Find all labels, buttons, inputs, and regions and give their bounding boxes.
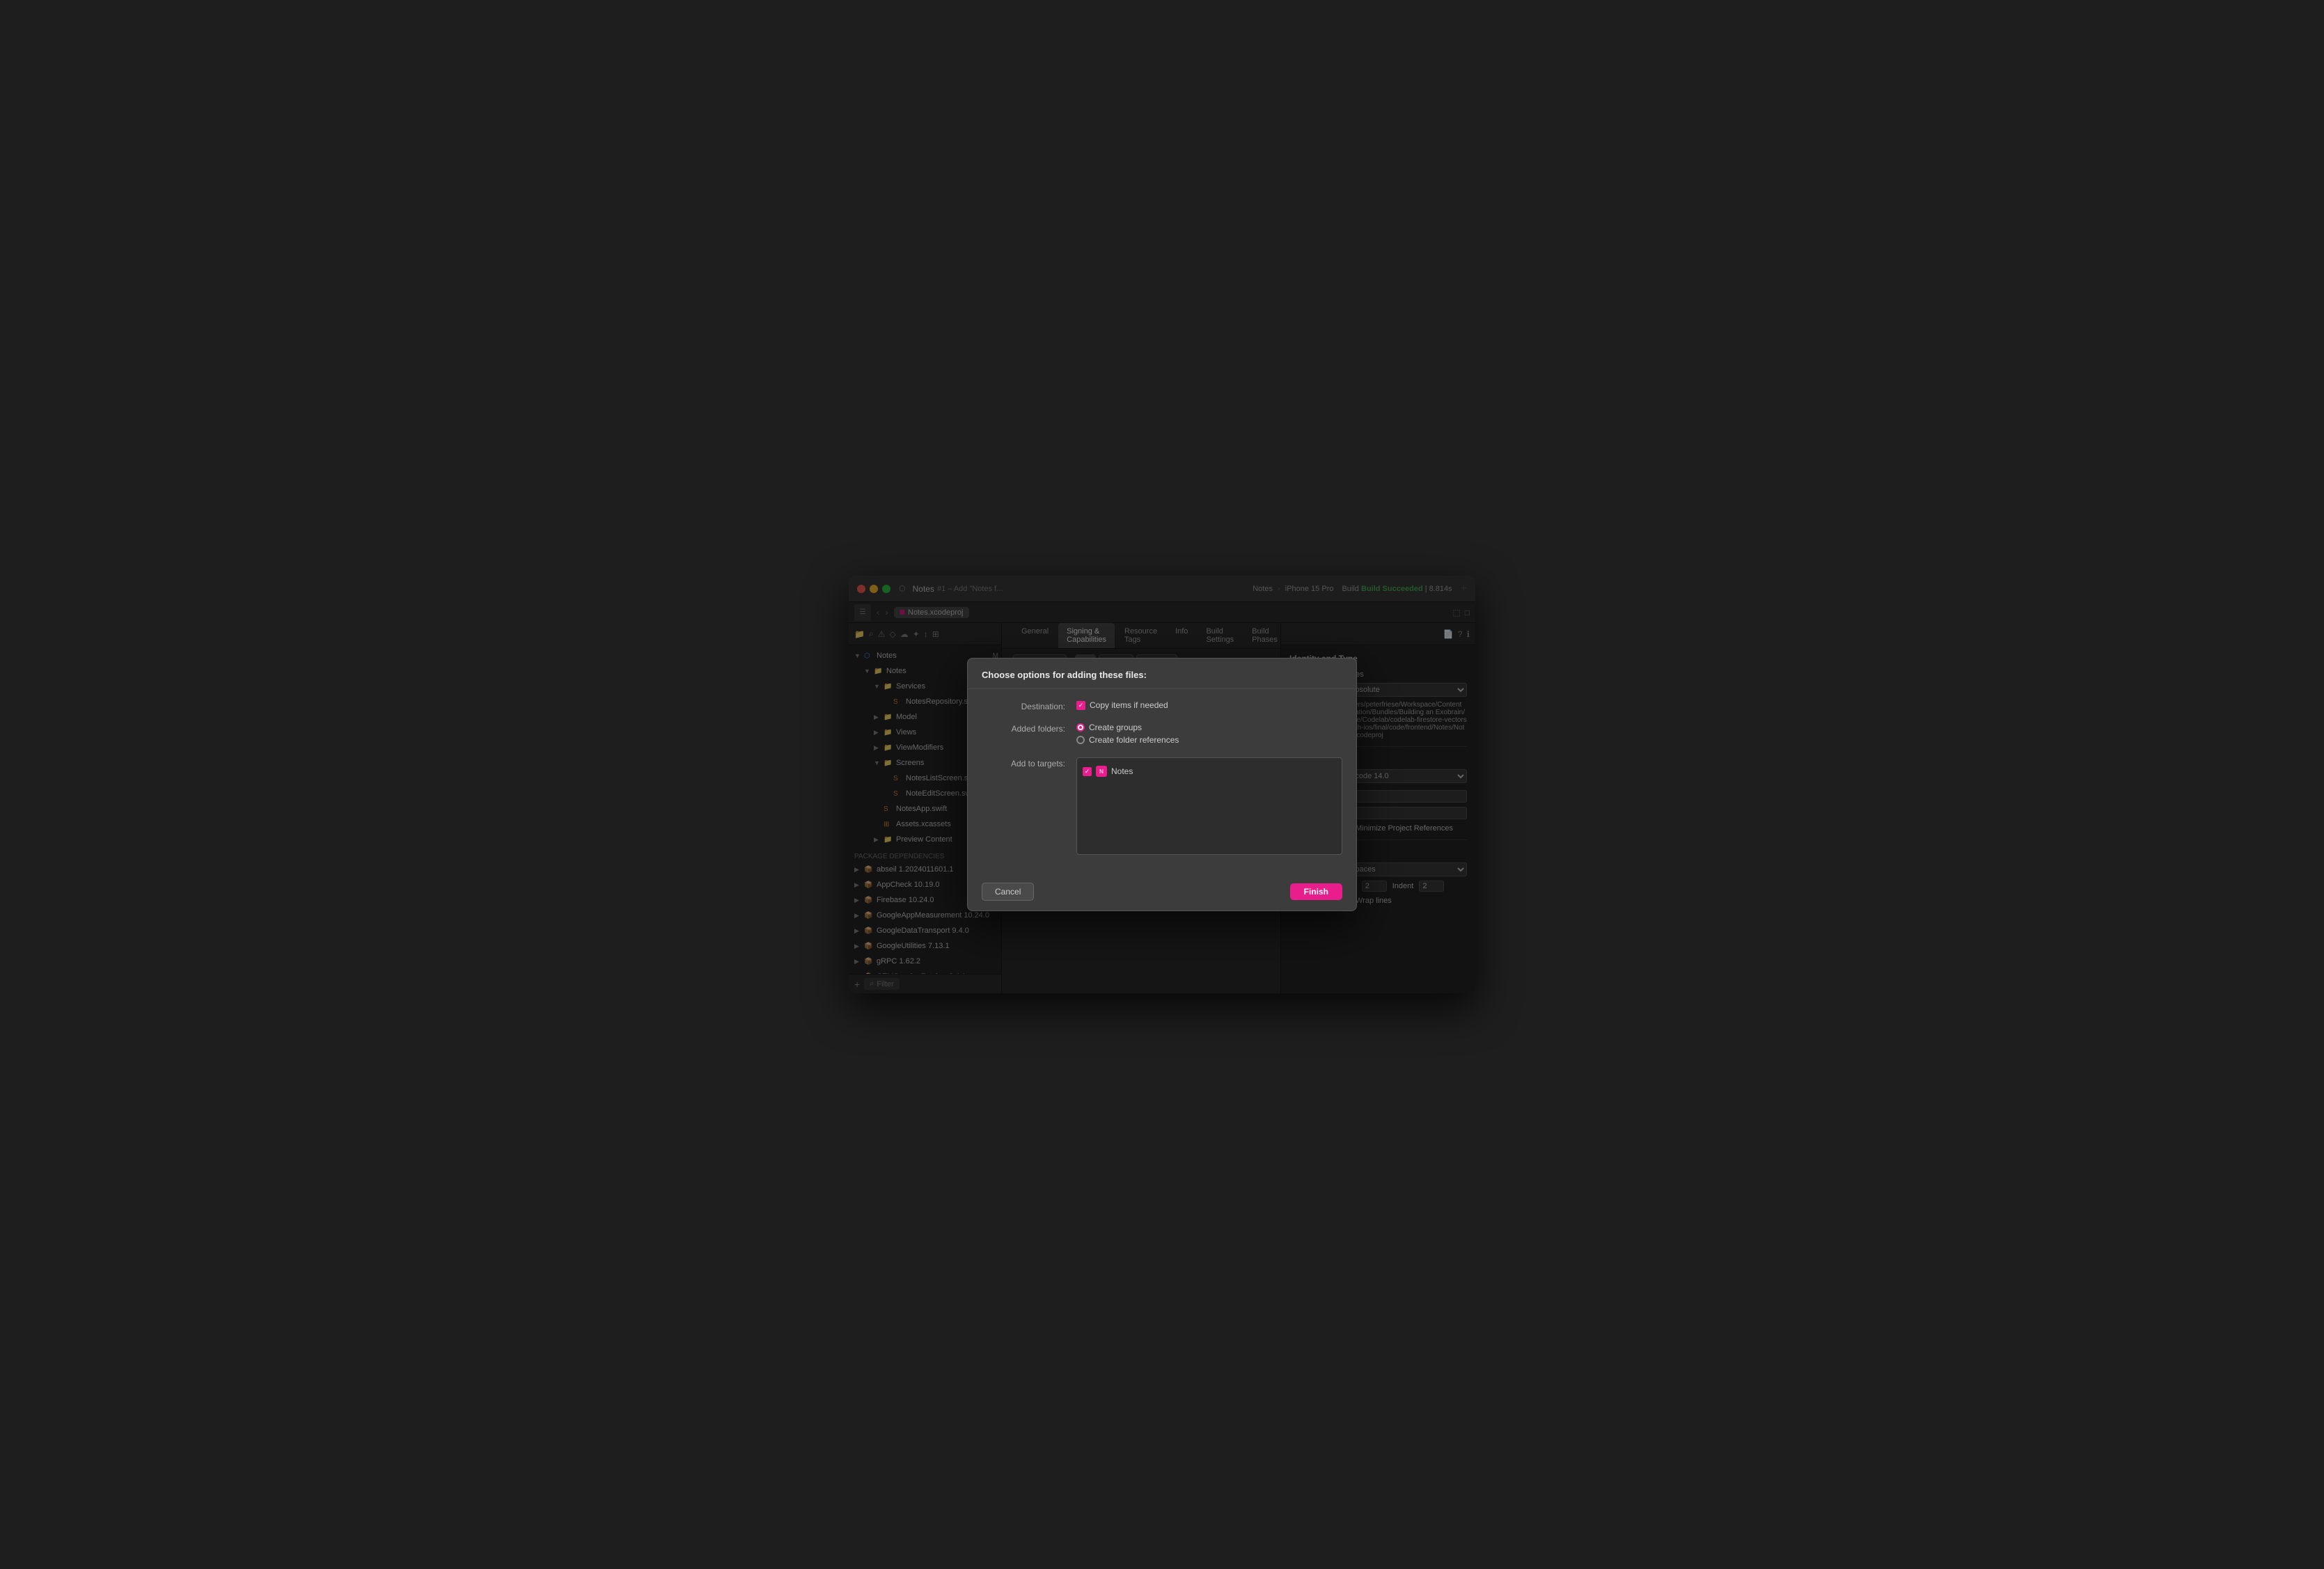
xcode-window: ⬡ Notes #1 – Add "Notes f... Notes › iPh… [849, 576, 1475, 993]
copy-items-checkbox[interactable] [1076, 701, 1085, 710]
create-groups-label: Create groups [1089, 723, 1142, 732]
add-to-targets-content: N Notes [1076, 757, 1342, 855]
create-folder-refs-radio[interactable] [1076, 736, 1085, 744]
target-notes-item: N Notes [1083, 764, 1336, 779]
create-groups-radio[interactable] [1076, 723, 1085, 732]
modal-body: Destination: Copy items if needed Added … [968, 689, 1356, 876]
targets-box: N Notes [1076, 757, 1342, 855]
copy-items-label: Copy items if needed [1090, 700, 1168, 710]
target-notes-label: Notes [1111, 766, 1133, 776]
cancel-button[interactable]: Cancel [982, 883, 1034, 901]
create-folder-refs-label: Create folder references [1089, 735, 1179, 745]
copy-items-option: Copy items if needed [1076, 700, 1342, 710]
added-folders-label: Added folders: [982, 723, 1065, 734]
added-folders-content: Create groups Create folder references [1076, 723, 1342, 748]
modal-overlay: Choose options for adding these files: D… [849, 576, 1475, 993]
added-folders-row: Added folders: Create groups Create fold… [982, 723, 1342, 748]
create-groups-option: Create groups [1076, 723, 1342, 732]
add-to-targets-row: Add to targets: N Notes [982, 757, 1342, 855]
target-notes-checkbox[interactable] [1083, 767, 1092, 776]
finish-button[interactable]: Finish [1290, 883, 1342, 900]
modal-title: Choose options for adding these files: [968, 659, 1356, 689]
destination-row: Destination: Copy items if needed [982, 700, 1342, 713]
add-to-targets-label: Add to targets: [982, 757, 1065, 768]
target-notes-icon: N [1096, 766, 1107, 777]
modal-footer: Cancel Finish [968, 876, 1356, 910]
destination-label: Destination: [982, 700, 1065, 711]
destination-content: Copy items if needed [1076, 700, 1342, 713]
create-folder-refs-option: Create folder references [1076, 735, 1342, 745]
add-files-modal: Choose options for adding these files: D… [967, 658, 1357, 911]
